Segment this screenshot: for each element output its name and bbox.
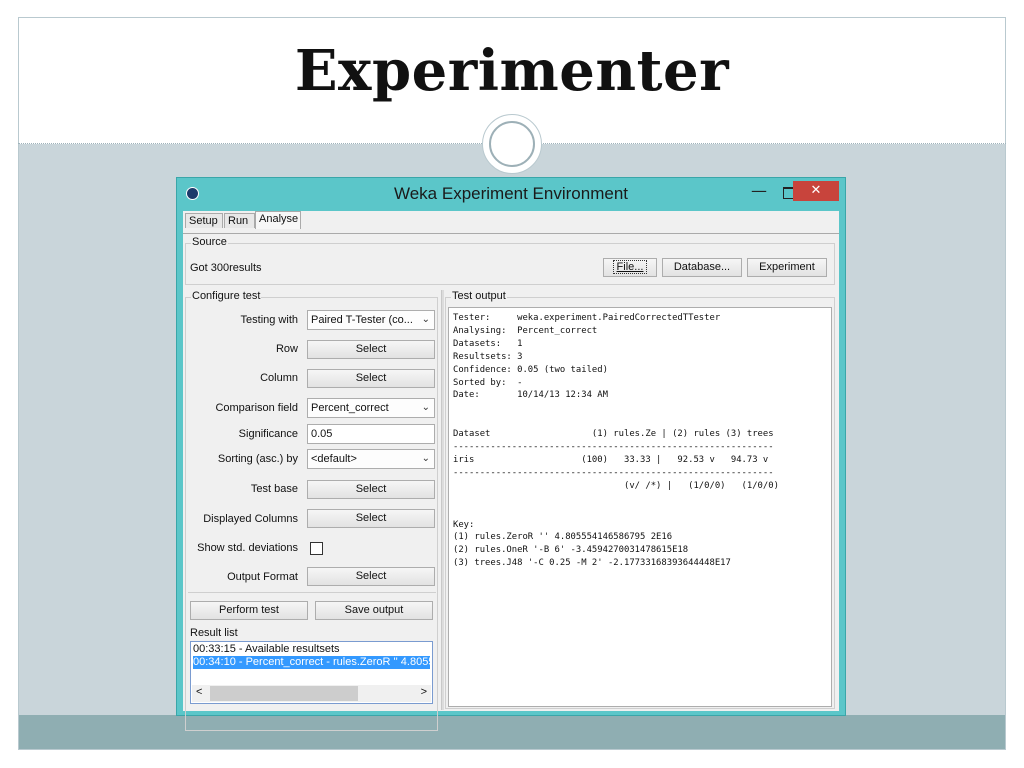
window-title: Weka Experiment Environment [393,184,628,203]
tab-run[interactable]: Run [224,213,255,228]
sorting-select[interactable]: <default> ⌄ [307,449,435,469]
test-base-select-button[interactable]: Select [307,480,435,499]
pane-splitter[interactable] [441,290,444,710]
close-button[interactable]: ✕ [793,181,839,201]
chevron-down-icon: ⌄ [421,453,430,464]
test-output-label: Test output [451,290,507,302]
result-list-label: Result list [190,627,238,639]
scroll-right-arrow-icon[interactable]: > [421,686,427,698]
divider-ring-inner [489,121,535,167]
list-item-selected[interactable]: 00:34:10 - Percent_correct - rules.ZeroR… [193,656,430,669]
window-client-area: Setup Run Analyse Source Got 300results … [183,211,839,731]
displayed-columns-label: Displayed Columns [203,513,298,525]
perform-test-button[interactable]: Perform test [190,601,308,620]
chevron-down-icon: ⌄ [421,402,430,413]
tab-setup[interactable]: Setup [185,213,223,228]
database-button[interactable]: Database... [662,258,742,277]
tab-strip-border [183,233,839,234]
row-select-button[interactable]: Select [307,340,435,359]
test-output-text-area[interactable]: Tester: weka.experiment.PairedCorrectedT… [448,307,832,707]
sorting-label: Sorting (asc.) by [217,453,298,465]
output-format-label: Output Format [227,571,298,583]
testing-with-select[interactable]: Paired T-Tester (co... ⌄ [307,310,435,330]
scroll-left-arrow-icon[interactable]: < [196,686,202,698]
configure-test-label: Configure test [191,290,262,302]
show-std-deviations-label: Show std. deviations [197,542,298,554]
file-button[interactable]: File... [603,258,657,277]
row-label: Row [275,343,298,355]
slide-title: Experimenter [294,38,730,104]
test-base-label: Test base [250,483,298,495]
column-select-button[interactable]: Select [307,369,435,388]
column-label: Column [260,372,298,384]
comparison-field-label: Comparison field [215,402,298,414]
result-list[interactable]: 00:33:15 - Available resultsets 00:34:10… [190,641,433,704]
scroll-thumb[interactable] [210,686,358,701]
save-output-button[interactable]: Save output [315,601,433,620]
show-std-deviations-checkbox[interactable] [310,542,323,555]
output-format-select-button[interactable]: Select [307,567,435,586]
weka-window: Weka Experiment Environment — ✕ Setup Ru… [176,177,846,731]
source-label: Source [191,236,228,248]
tab-analyse[interactable]: Analyse [255,211,301,229]
significance-label: Significance [238,428,298,440]
configure-separator [188,592,436,593]
test-output-text: Tester: weka.experiment.PairedCorrectedT… [453,313,779,569]
list-item[interactable]: 00:33:15 - Available resultsets [193,643,430,656]
chevron-down-icon: ⌄ [421,314,430,325]
experiment-button[interactable]: Experiment [747,258,827,277]
minimize-button[interactable]: — [746,181,772,203]
source-status: Got 300results [190,262,262,274]
significance-field[interactable]: 0.05 [307,424,435,444]
comparison-field-select[interactable]: Percent_correct ⌄ [307,398,435,418]
window-titlebar[interactable]: Weka Experiment Environment — ✕ [177,178,845,208]
result-list-hscrollbar[interactable]: < > [192,685,431,702]
slide-bottom-band [19,715,1005,749]
displayed-columns-select-button[interactable]: Select [307,509,435,528]
testing-with-label: Testing with [240,314,298,326]
